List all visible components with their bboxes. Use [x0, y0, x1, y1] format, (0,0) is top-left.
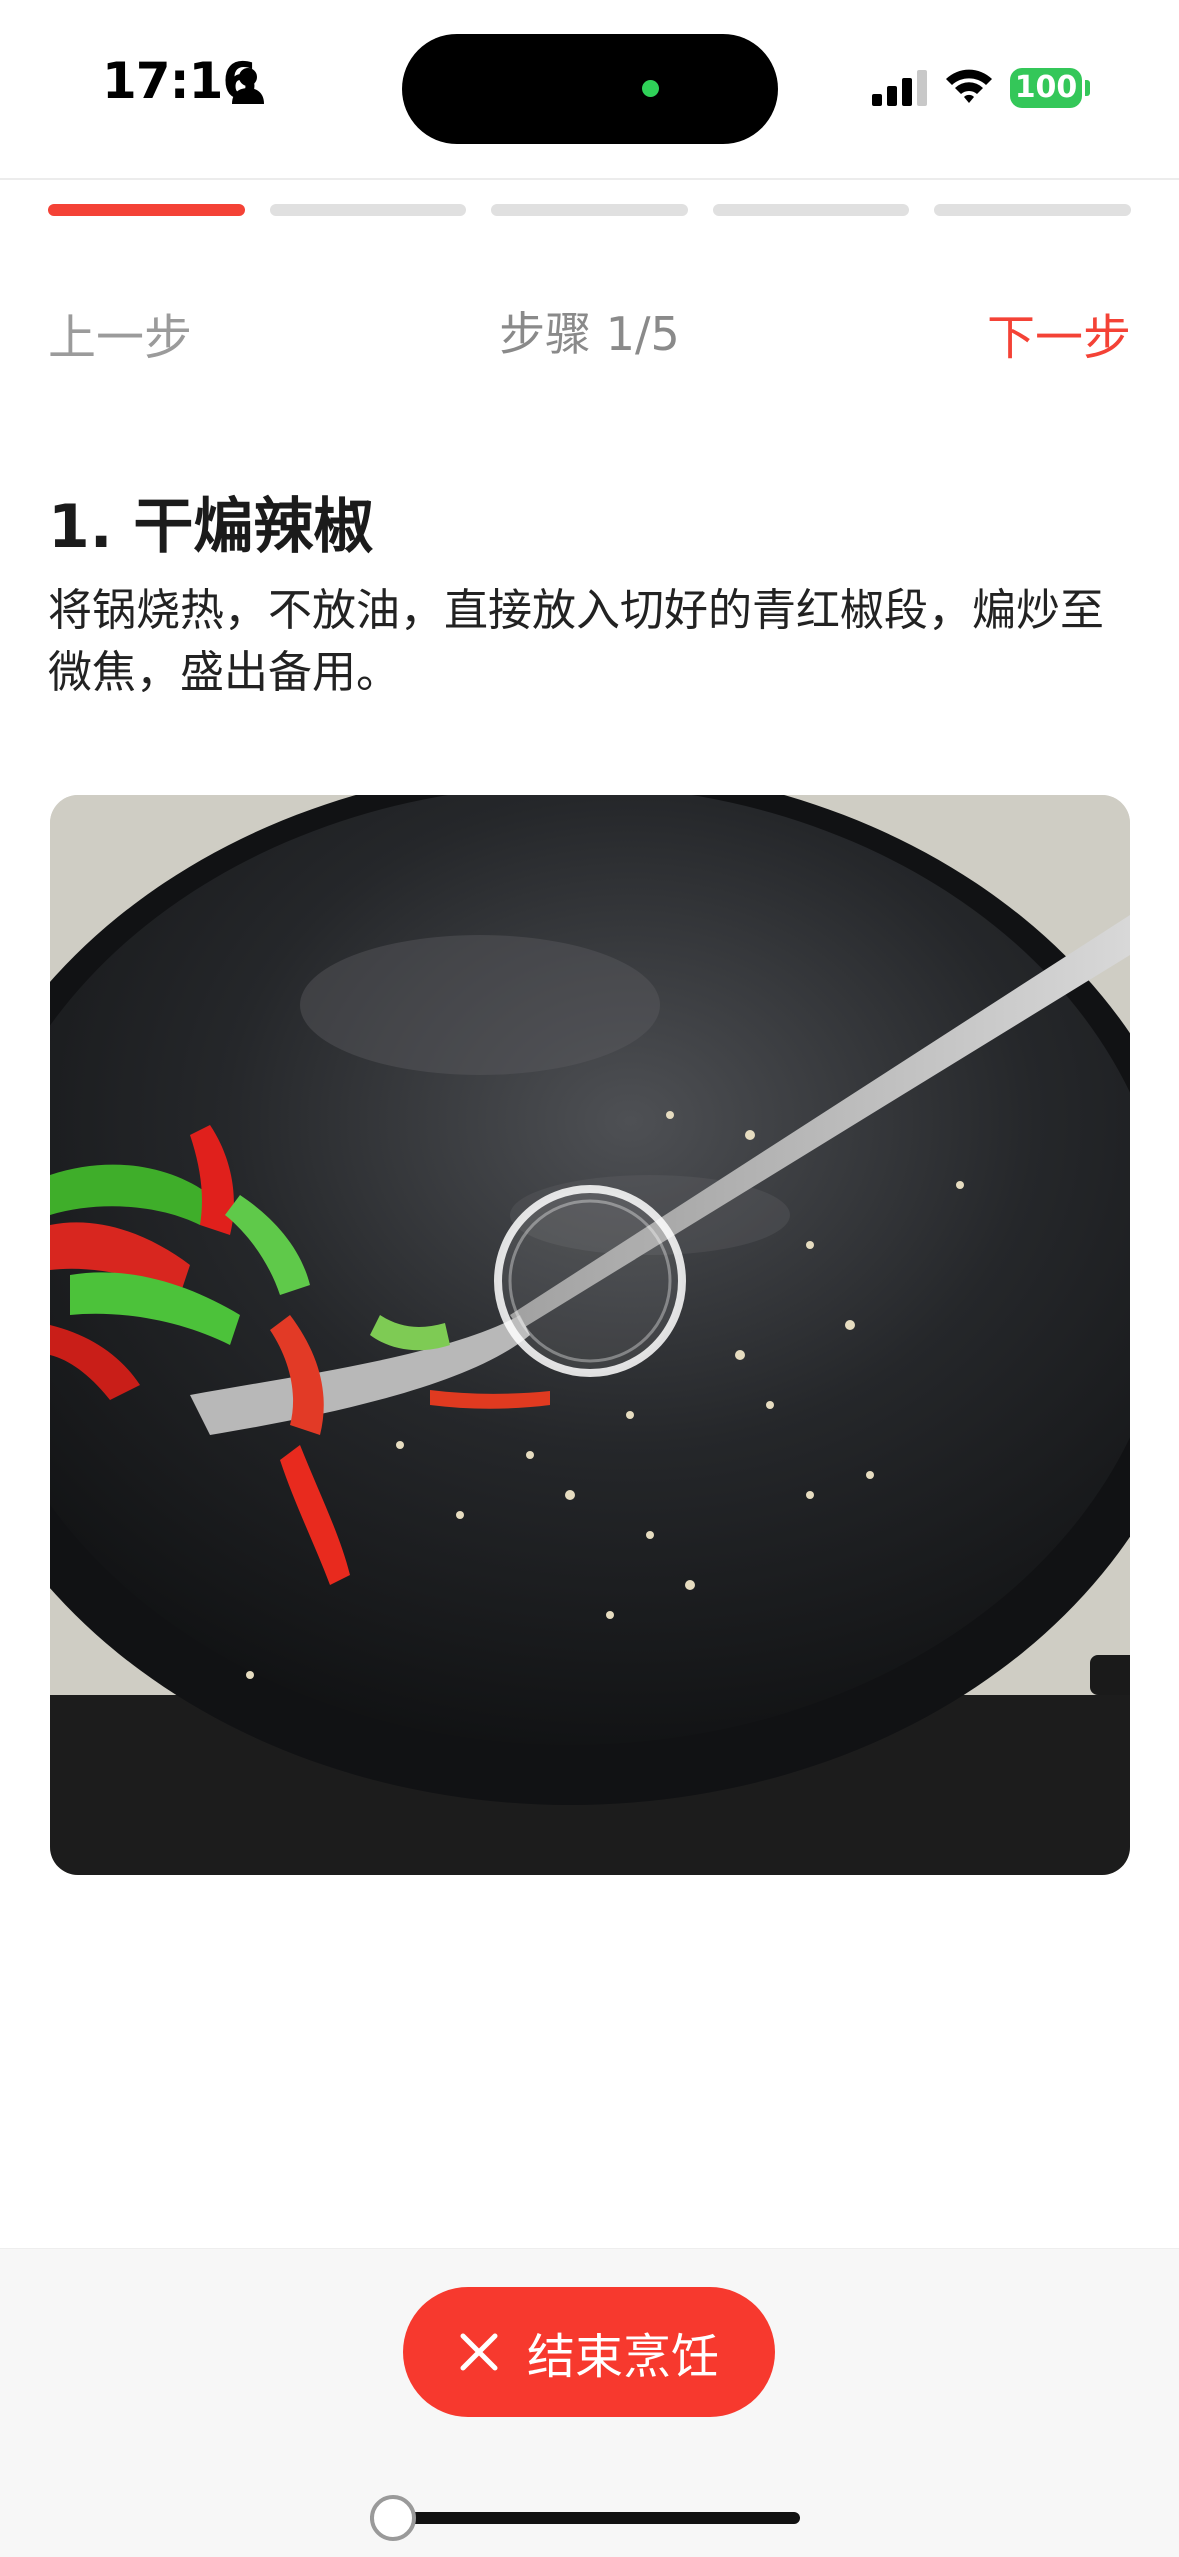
home-indicator[interactable]	[370, 2512, 800, 2524]
camera-indicator	[642, 80, 659, 97]
next-step-button[interactable]: 下一步	[987, 298, 1131, 368]
close-icon	[460, 2333, 498, 2371]
step-progress-bar	[48, 204, 1131, 216]
end-cooking-label: 结束烹饪	[526, 2329, 719, 2385]
progress-segment-5	[934, 204, 1131, 216]
battery-indicator: 100	[1010, 68, 1082, 108]
person-icon	[232, 68, 264, 104]
battery-tip	[1085, 80, 1090, 96]
progress-segment-2	[269, 204, 467, 216]
progress-segment-3	[491, 204, 688, 216]
step-video[interactable]	[50, 795, 1130, 1875]
step-title: 1. 干煸辣椒	[48, 492, 374, 562]
progress-segment-4	[712, 204, 910, 216]
status-bar: 17:16 100	[0, 0, 1179, 180]
end-cooking-button[interactable]: 结束烹饪	[403, 2287, 775, 2417]
wifi-icon	[946, 69, 992, 103]
dynamic-island	[402, 34, 778, 144]
play-icon[interactable]	[490, 1181, 690, 1381]
signal-icon	[872, 70, 927, 106]
step-description: 将锅烧热，不放油，直接放入切好的青红椒段，煸炒至微焦，盛出备用。	[48, 585, 1104, 698]
prev-step-button[interactable]: 上一步	[48, 298, 192, 368]
progress-segment-1	[48, 204, 245, 216]
assistive-touch-button[interactable]	[370, 2495, 416, 2541]
